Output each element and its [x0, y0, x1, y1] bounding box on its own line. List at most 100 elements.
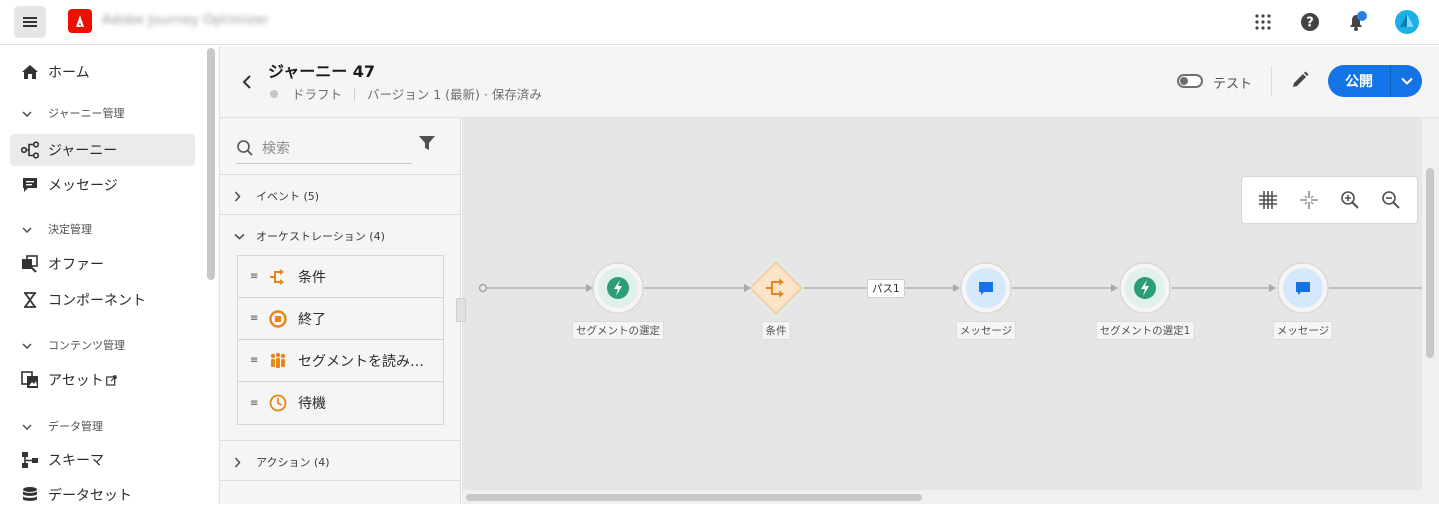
activity-read-segment[interactable]: ≡ セグメントを読み…	[238, 340, 443, 382]
category-orchestration[interactable]: オーケストレーション (4)	[234, 228, 385, 244]
edit-properties-button[interactable]	[1290, 70, 1310, 90]
svg-text:?: ?	[1306, 16, 1314, 31]
divider	[220, 480, 461, 481]
nav-item-offers[interactable]: オファー	[10, 248, 195, 280]
node-message[interactable]	[960, 262, 1012, 314]
node-label: メッセージ	[1272, 321, 1334, 340]
chevron-left-icon	[242, 75, 251, 89]
start-marker	[478, 283, 488, 293]
journey-title: ジャーニー 47	[268, 62, 376, 81]
zoom-out-button[interactable]	[1380, 189, 1402, 211]
node-segment-qualification[interactable]	[592, 262, 644, 314]
chevron-down-icon	[22, 420, 36, 433]
status-dot	[270, 89, 278, 98]
nav-item-label: オファー	[48, 257, 104, 273]
nav-item-label: アセット	[48, 373, 104, 389]
chevron-right-icon	[234, 456, 246, 468]
filter-icon	[419, 136, 435, 150]
nav-section-label: コンテンツ管理	[48, 339, 125, 352]
divider	[220, 440, 461, 441]
path-label[interactable]: パス1	[867, 279, 905, 298]
node-label: セグメントの選定	[572, 321, 664, 340]
fit-to-screen-button[interactable]	[1298, 189, 1320, 211]
nav-item-home[interactable]: ホーム	[10, 56, 195, 88]
journey-icon	[20, 140, 40, 160]
nav-item-label: データセット	[48, 488, 132, 504]
canvas-horizontal-scrollbar[interactable]	[462, 490, 1422, 504]
dataset-icon	[20, 485, 40, 505]
asset-icon	[20, 370, 40, 390]
notification-bell-icon[interactable]	[1346, 11, 1368, 33]
nav-item-assets[interactable]: アセット	[10, 364, 195, 396]
pencil-icon	[1293, 71, 1309, 87]
drag-handle-icon[interactable]: ≡	[250, 271, 268, 282]
back-button[interactable]	[240, 72, 256, 92]
hamburger-icon	[23, 17, 37, 27]
nav-item-journeys[interactable]: ジャーニー	[10, 134, 195, 166]
nav-section-journey-management[interactable]: ジャーニー管理	[22, 105, 124, 121]
chevron-down-icon	[1400, 77, 1413, 85]
nav-item-datasets[interactable]: データセット	[10, 479, 195, 511]
nav-section-decision-management[interactable]: 決定管理	[22, 221, 92, 237]
notification-badge	[1357, 11, 1367, 21]
app-title[interactable]: Adobe Journey Optimizer	[102, 13, 269, 28]
external-link-icon	[105, 374, 117, 386]
read-segment-icon	[268, 351, 288, 371]
publish-dropdown-button[interactable]	[1391, 65, 1422, 97]
drag-handle-icon[interactable]: ≡	[250, 313, 268, 324]
publish-button[interactable]: 公開	[1328, 65, 1391, 97]
divider	[220, 174, 461, 175]
activity-label: セグメントを読み…	[298, 353, 424, 370]
test-mode-toggle[interactable]	[1177, 74, 1203, 88]
left-navigation: ホーム ジャーニー管理 ジャーニー メッセージ 決定管理 オファー コンポーネン…	[0, 46, 206, 504]
zoom-in-button[interactable]	[1339, 189, 1361, 211]
nav-section-content-management[interactable]: コンテンツ管理	[22, 337, 125, 353]
category-events[interactable]: イベント (5)	[234, 188, 319, 204]
drag-handle-icon[interactable]: ≡	[250, 398, 268, 409]
nav-item-label: ホーム	[48, 65, 90, 81]
top-bar: Adobe Journey Optimizer ?	[0, 0, 1439, 45]
chevron-down-icon	[22, 107, 36, 120]
activity-wait[interactable]: ≡ 待機	[238, 382, 443, 424]
filter-button[interactable]	[418, 134, 438, 154]
activity-condition[interactable]: ≡ 条件	[238, 256, 443, 298]
hamburger-menu-button[interactable]	[14, 6, 46, 38]
apps-grid-icon[interactable]	[1252, 11, 1274, 33]
activity-end[interactable]: ≡ 終了	[238, 298, 443, 340]
version-info: バージョン 1 (最新) · 保存済み	[367, 87, 542, 102]
node-label: 条件	[761, 321, 791, 340]
nav-section-data-management[interactable]: データ管理	[22, 418, 103, 434]
category-actions[interactable]: アクション (4)	[234, 454, 330, 470]
node-label: メッセージ	[955, 321, 1017, 340]
avatar[interactable]	[1394, 9, 1420, 35]
activity-palette: 検索 イベント (5) オーケストレーション (4) ≡ 条件 ≡ 終了 ≡ セ…	[220, 118, 461, 504]
journey-flow: セグメントの選定 条件 パス1 メッセージ セグメントの選定1 メッセージ	[462, 118, 1422, 490]
drag-handle-icon[interactable]: ≡	[250, 355, 268, 366]
schema-icon	[20, 450, 40, 470]
category-label: アクション (4)	[256, 456, 330, 469]
nav-item-label: ジャーニー	[48, 143, 118, 159]
zoom-out-icon	[1381, 191, 1400, 209]
left-nav-scrollbar[interactable]	[207, 48, 215, 280]
nav-item-schemas[interactable]: スキーマ	[10, 444, 195, 476]
nav-item-label: スキーマ	[48, 453, 104, 469]
grid-toggle-button[interactable]	[1257, 189, 1279, 211]
canvas-vertical-scrollbar[interactable]	[1422, 118, 1439, 504]
node-segment-qualification-1[interactable]	[1119, 262, 1171, 314]
node-condition[interactable]	[749, 261, 803, 315]
nav-item-components[interactable]: コンポーネント	[10, 284, 195, 316]
fit-screen-icon	[1300, 191, 1319, 209]
wait-icon	[268, 393, 288, 413]
nav-section-label: ジャーニー管理	[48, 107, 125, 120]
adobe-logo-icon[interactable]	[68, 9, 92, 33]
node-message-2[interactable]	[1277, 262, 1329, 314]
condition-icon	[268, 267, 288, 287]
publish-button-group: 公開	[1328, 65, 1422, 97]
nav-item-messages[interactable]: メッセージ	[10, 169, 195, 201]
end-icon	[268, 309, 288, 329]
message-icon	[20, 175, 40, 195]
nav-section-label: データ管理	[48, 420, 103, 433]
palette-search-input[interactable]: 検索	[236, 132, 412, 164]
journey-header: ジャーニー 47 ドラフト バージョン 1 (最新) · 保存済み テスト 公開	[220, 46, 1439, 118]
help-icon[interactable]: ?	[1299, 11, 1321, 33]
